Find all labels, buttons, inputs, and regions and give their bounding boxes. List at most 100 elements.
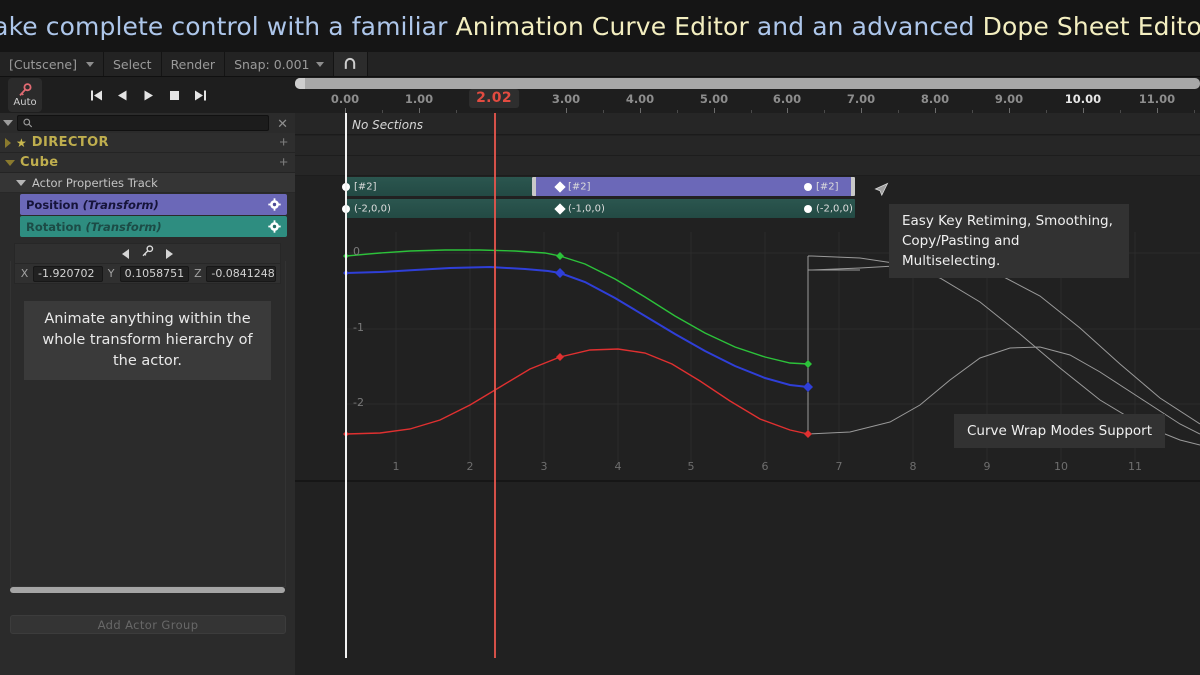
- search-box[interactable]: [17, 115, 270, 131]
- curve-x-tick-label: 2: [466, 460, 474, 473]
- collapse-all-icon[interactable]: [3, 120, 13, 126]
- dopesheet-header: [295, 113, 1200, 135]
- magnet-icon: [344, 57, 356, 69]
- group-row-director[interactable]: ★ DIRECTOR +: [0, 133, 295, 153]
- dopesheet-empty-band: [295, 156, 1200, 176]
- chevron-down-icon[interactable]: [16, 179, 26, 186]
- curve-x-tick-label: 5: [687, 460, 695, 473]
- ruler-tick-label: 9.00: [994, 92, 1024, 106]
- triangle-right-icon[interactable]: [142, 88, 155, 102]
- chevron-right-icon[interactable]: [5, 137, 11, 148]
- add-track-button-director[interactable]: +: [279, 135, 288, 150]
- curve-x-tick-label: 9: [983, 460, 991, 473]
- ruler-tick-label: 6.00: [772, 92, 802, 106]
- transport-bar: Auto: [0, 77, 295, 113]
- transport-controls: [90, 88, 207, 102]
- ruler-tick-label: 0.00: [330, 92, 360, 106]
- triangle-left-icon[interactable]: [116, 88, 129, 102]
- search-icon: [23, 118, 33, 128]
- hierarchy-horizontal-scrollbar[interactable]: [10, 587, 285, 593]
- auto-key-label: Auto: [13, 96, 37, 108]
- square-icon[interactable]: [168, 88, 181, 102]
- curve-x-tick-label: 4: [614, 460, 622, 473]
- property-name-rotation: Rotation: [26, 219, 82, 234]
- dopesheet-track-position-track: [#2] [#2] [#2]: [295, 177, 1200, 197]
- add-track-button-cube[interactable]: +: [279, 155, 288, 170]
- keyframe-value-label: [#2]: [568, 181, 591, 193]
- select-menu-label: Select: [113, 56, 152, 72]
- cutscene-selector[interactable]: [Cutscene]: [0, 52, 104, 76]
- snap-selector-label: Snap: 0.001: [234, 56, 310, 72]
- dopesheet-empty-band: [295, 136, 1200, 156]
- arrow-right-icon[interactable]: [166, 248, 173, 259]
- curve-x-tick-label: 11: [1128, 460, 1142, 473]
- playhead-time-readout[interactable]: 2.02: [469, 89, 519, 108]
- chevron-down-icon: [86, 61, 94, 67]
- tooltip-key-retiming: Easy Key Retiming, Smoothing, Copy/Pasti…: [889, 204, 1129, 278]
- timeline-horizontal-scrollbar[interactable]: [295, 78, 1200, 89]
- curve-area-bottom-rule: [295, 480, 1200, 482]
- tooltip-key-retiming-line1: Easy Key Retiming, Smoothing,: [902, 213, 1113, 229]
- gear-icon[interactable]: [268, 198, 281, 211]
- group-label-director: DIRECTOR: [31, 135, 109, 150]
- banner-segment-4: Dope Sheet Editor.: [982, 11, 1200, 41]
- cutscene-editor-window: Take complete control with a familiar An…: [0, 0, 1200, 675]
- ruler-tick-label: 1.00: [404, 92, 434, 106]
- search-input[interactable]: [36, 116, 264, 130]
- ruler-tick-label: 5.00: [699, 92, 729, 106]
- property-name-position: Position: [26, 197, 79, 212]
- skip-end-icon[interactable]: [194, 88, 207, 102]
- ruler-tick-label: 10.00: [1064, 92, 1102, 106]
- add-actor-group-button[interactable]: Add Actor Group: [10, 615, 286, 634]
- snap-selector[interactable]: Snap: 0.001: [225, 52, 334, 76]
- property-row-position[interactable]: Position (Transform): [20, 194, 287, 215]
- tooltip-key-retiming-line2: Copy/Pasting and Multiselecting.: [902, 233, 1020, 269]
- timeline-panel: [#2] [#2] [#2] (-2,0,0) (-1,0,0) (-2,0,0): [295, 113, 1200, 675]
- property-type-position: (Transform): [82, 197, 159, 212]
- select-menu[interactable]: Select: [104, 52, 162, 76]
- curve-x-tick-label: 8: [909, 460, 917, 473]
- search-row: ✕: [0, 113, 295, 133]
- hierarchy-panel: ✕ ★ DIRECTOR + Cube + Actor Properties T…: [0, 113, 295, 675]
- curve-y-tick-label: -1: [353, 321, 364, 334]
- render-menu[interactable]: Render: [162, 52, 226, 76]
- keyframe-value-label: [#2]: [816, 181, 839, 193]
- snap-toggle-button[interactable]: [333, 52, 368, 76]
- promo-banner: Take complete control with a familiar An…: [0, 0, 1200, 52]
- close-icon[interactable]: ✕: [273, 117, 292, 130]
- auto-key-button[interactable]: Auto: [8, 78, 42, 112]
- gear-icon[interactable]: [268, 220, 281, 233]
- curve-x-tick-label: 1: [392, 460, 400, 473]
- group-label-cube: Cube: [20, 155, 59, 170]
- arrow-left-icon[interactable]: [122, 248, 129, 259]
- track-row-actor-properties[interactable]: Actor Properties Track: [0, 173, 295, 193]
- ruler-tick-label: 7.00: [846, 92, 876, 106]
- curve-x-tick-label: 6: [761, 460, 769, 473]
- key-icon[interactable]: [140, 244, 155, 263]
- tooltip-curve-wrap-modes: Curve Wrap Modes Support: [954, 414, 1166, 448]
- curve-x-tick-label: 10: [1054, 460, 1068, 473]
- banner-segment-3: and an advanced: [748, 11, 983, 41]
- keyframe-navigator: [14, 243, 281, 263]
- timeline-start-line: [345, 113, 347, 658]
- promo-banner-text: Take complete control with a familiar An…: [0, 12, 1200, 41]
- property-row-rotation[interactable]: Rotation (Transform): [20, 216, 287, 237]
- ruler-tick-label: 3.00: [551, 92, 581, 106]
- curve-y-tick-label: 0: [353, 245, 360, 258]
- ruler-tick-label: 11.00: [1138, 92, 1176, 106]
- curve-x-tick-label: 3: [540, 460, 548, 473]
- group-row-cube[interactable]: Cube +: [0, 153, 295, 173]
- chevron-down-icon[interactable]: [5, 159, 15, 166]
- property-type-rotation: (Transform): [85, 219, 162, 234]
- banner-segment-1: Take complete control with a familiar: [0, 11, 456, 41]
- banner-segment-2: Animation Curve Editor: [455, 11, 749, 41]
- scrollbar-left-handle[interactable]: [295, 78, 305, 89]
- skip-start-icon[interactable]: [90, 88, 103, 102]
- timeline-ruler[interactable]: 0.00 1.00 3.00 4.00 5.00 6.00 7.00 8.00 9.00 10.0…: [295, 77, 1200, 113]
- key-icon: [17, 82, 33, 98]
- mouse-cursor-icon: [874, 182, 889, 197]
- track-label: Actor Properties Track: [32, 175, 158, 190]
- cutscene-selector-label: [Cutscene]: [9, 56, 77, 72]
- keyframe-dot-icon: [804, 205, 812, 213]
- playhead-line[interactable]: [494, 113, 496, 658]
